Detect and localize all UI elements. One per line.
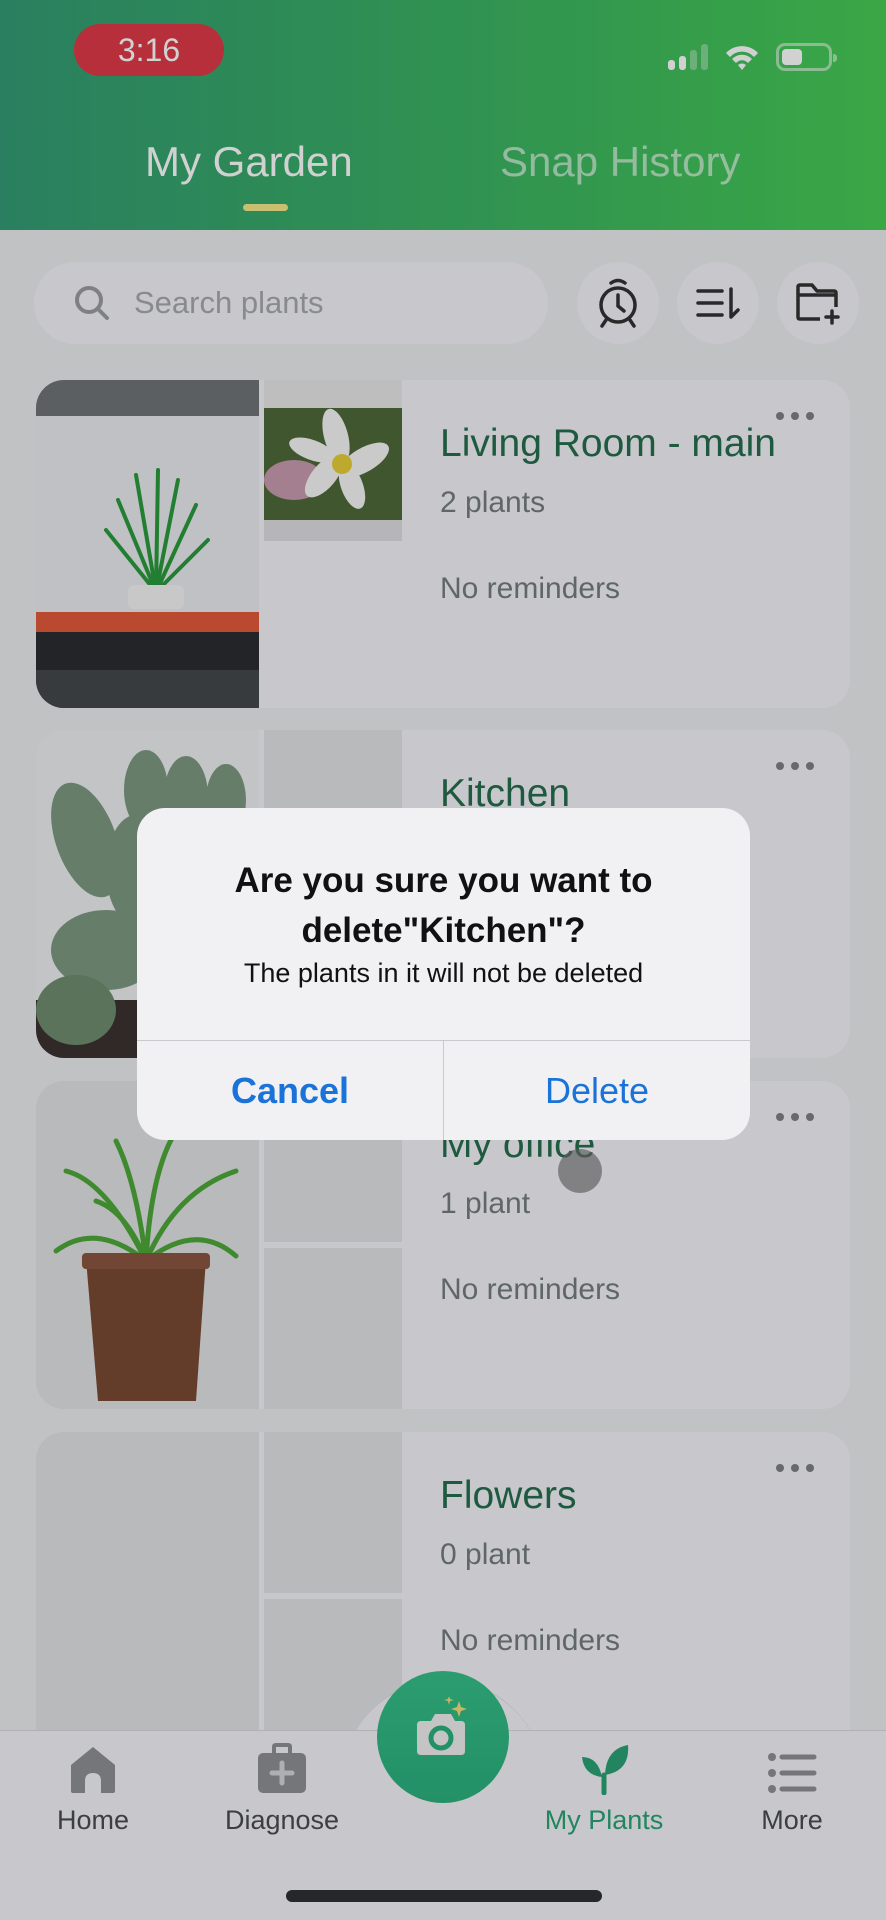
cancel-button[interactable]: Cancel [137,1041,443,1140]
delete-button[interactable]: Delete [444,1041,750,1140]
dialog-title-line: Are you sure you want to [234,861,653,900]
dialog-title: Are you sure you want to delete"Kitchen"… [137,856,750,956]
dialog-message: The plants in it will not be deleted [243,958,644,988]
touch-indicator [558,1149,602,1193]
delete-confirm-dialog: Are you sure you want to delete"Kitchen"… [137,808,750,1140]
dialog-title-line: delete"Kitchen"? [301,911,586,950]
